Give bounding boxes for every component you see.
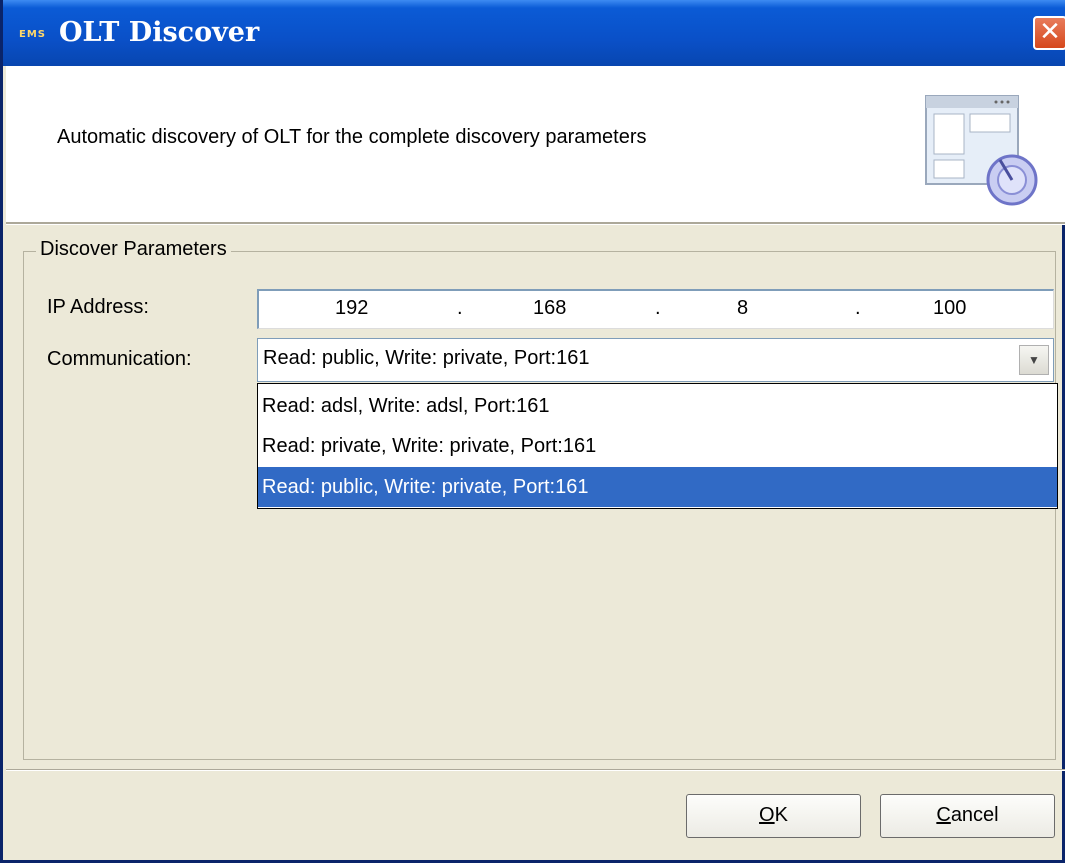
ip-dot-3: . — [855, 297, 861, 319]
ip-dot-2: . — [655, 297, 661, 319]
title-bar[interactable]: EMS OLT Discover ✕ — [3, 0, 1065, 66]
communication-label: Communication: — [47, 348, 192, 370]
ip-octet-3[interactable]: 8 — [737, 297, 748, 320]
ok-button[interactable]: OK — [686, 794, 861, 838]
window-title: OLT Discover — [59, 17, 260, 48]
cancel-button[interactable]: Cancel — [880, 794, 1055, 838]
communication-dropdown-list: Read: adsl, Write: adsl, Port:161 Read: … — [257, 383, 1058, 509]
header-banner: Automatic discovery of OLT for the compl… — [6, 66, 1065, 222]
header-divider-highlight — [6, 224, 1065, 225]
ip-octet-4[interactable]: 100 — [933, 297, 966, 320]
header-description: Automatic discovery of OLT for the compl… — [57, 126, 647, 148]
ip-octet-2[interactable]: 168 — [533, 297, 566, 320]
communication-select[interactable]: Read: public, Write: private, Port:161 ▼ — [257, 338, 1054, 382]
dropdown-option-highlighted[interactable]: Read: public, Write: private, Port:161 — [258, 467, 1057, 507]
dropdown-option[interactable]: Read: private, Write: private, Port:161 — [258, 426, 1057, 466]
cancel-label-rest: ancel — [950, 804, 999, 826]
ok-mnemonic: O — [759, 804, 775, 826]
ip-dot-1: . — [457, 297, 463, 319]
dropdown-option[interactable]: Read: adsl, Write: adsl, Port:161 — [258, 386, 1057, 426]
ip-address-label: IP Address: — [47, 296, 149, 318]
footer-divider-highlight — [6, 770, 1065, 771]
ip-octet-1[interactable]: 192 — [335, 297, 368, 320]
app-badge: EMS — [19, 29, 46, 40]
window-discover-icon — [925, 95, 1038, 206]
communication-selected-value: Read: public, Write: private, Port:161 — [263, 347, 590, 369]
group-title: Discover Parameters — [36, 238, 231, 261]
close-button[interactable]: ✕ — [1033, 16, 1065, 50]
chevron-down-icon[interactable]: ▼ — [1019, 345, 1049, 375]
olt-discover-dialog: EMS OLT Discover ✕ Automatic discovery o… — [0, 0, 1065, 863]
cancel-mnemonic: C — [936, 804, 951, 826]
ok-label-rest: K — [774, 804, 788, 826]
ip-address-field[interactable]: 192 . 168 . 8 . 100 — [257, 289, 1054, 329]
close-icon: ✕ — [1039, 17, 1061, 47]
